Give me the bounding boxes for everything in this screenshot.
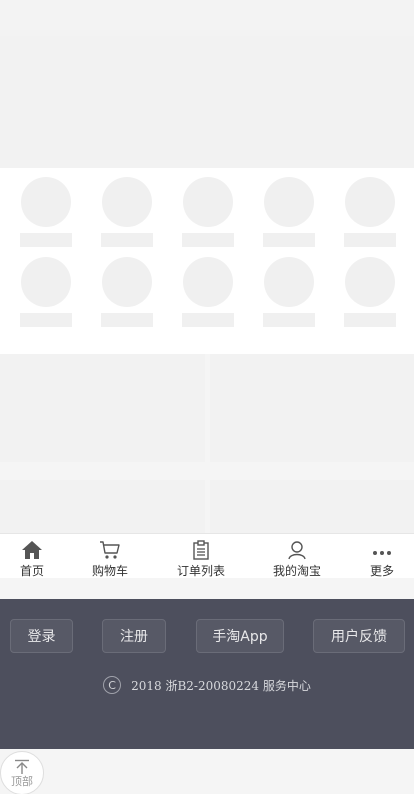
- banner-placeholder: [0, 36, 414, 168]
- tab-label: 订单列表: [176, 564, 225, 578]
- register-button[interactable]: 注册: [102, 619, 166, 653]
- grid-item-placeholder: [20, 177, 72, 249]
- grid-item-placeholder: [344, 257, 396, 329]
- grid-item-placeholder: [182, 257, 234, 329]
- tab-label: 购物车: [91, 564, 128, 578]
- grid-item-placeholder: [101, 257, 153, 329]
- more-icon: [373, 551, 391, 555]
- grid-item-placeholder: [101, 177, 153, 249]
- tab-home[interactable]: 首页: [6, 534, 58, 579]
- login-button[interactable]: 登录: [10, 619, 73, 653]
- order-list-icon: [193, 540, 209, 560]
- tab-my-taobao[interactable]: 我的淘宝: [264, 534, 330, 579]
- copyright-line: C 2018 浙B2-20080224 服务中心: [0, 675, 414, 695]
- grid-item-placeholder: [344, 177, 396, 249]
- promo-block-placeholder: [210, 480, 414, 533]
- page-footer: 登录 注册 手淘App 用户反馈 C 2018 浙B2-20080224 服务中…: [0, 599, 414, 749]
- tab-label: 我的淘宝: [272, 564, 321, 578]
- tab-orders[interactable]: 订单列表: [168, 534, 234, 579]
- category-grid-placeholder: [0, 168, 414, 354]
- bottom-tab-bar: 首页 购物车 订单列表 我的淘宝 更多: [0, 533, 414, 578]
- arrow-up-icon: [15, 759, 29, 774]
- cart-icon: [100, 541, 120, 559]
- grid-item-placeholder: [263, 177, 315, 249]
- feedback-button[interactable]: 用户反馈: [313, 619, 405, 653]
- back-to-top-button[interactable]: 顶部: [0, 751, 44, 794]
- promo-block-placeholder: [210, 354, 414, 462]
- grid-item-placeholder: [182, 177, 234, 249]
- promo-block-placeholder: [0, 354, 205, 462]
- tab-label: 首页: [19, 564, 44, 578]
- tab-more[interactable]: 更多: [358, 534, 406, 579]
- copyright-text: 2018 浙B2-20080224 服务中心: [131, 678, 311, 693]
- user-icon: [288, 541, 306, 560]
- grid-item-placeholder: [20, 257, 72, 329]
- tab-label: 更多: [369, 564, 394, 578]
- top-search-bar-placeholder: [0, 0, 414, 36]
- copyright-icon: C: [103, 676, 122, 694]
- grid-item-placeholder: [263, 257, 315, 329]
- taobao-app-button[interactable]: 手淘App: [196, 619, 284, 653]
- promo-block-placeholder: [0, 480, 205, 533]
- tab-cart[interactable]: 购物车: [80, 534, 140, 579]
- home-icon: [22, 541, 42, 559]
- back-to-top-label: 顶部: [11, 774, 33, 788]
